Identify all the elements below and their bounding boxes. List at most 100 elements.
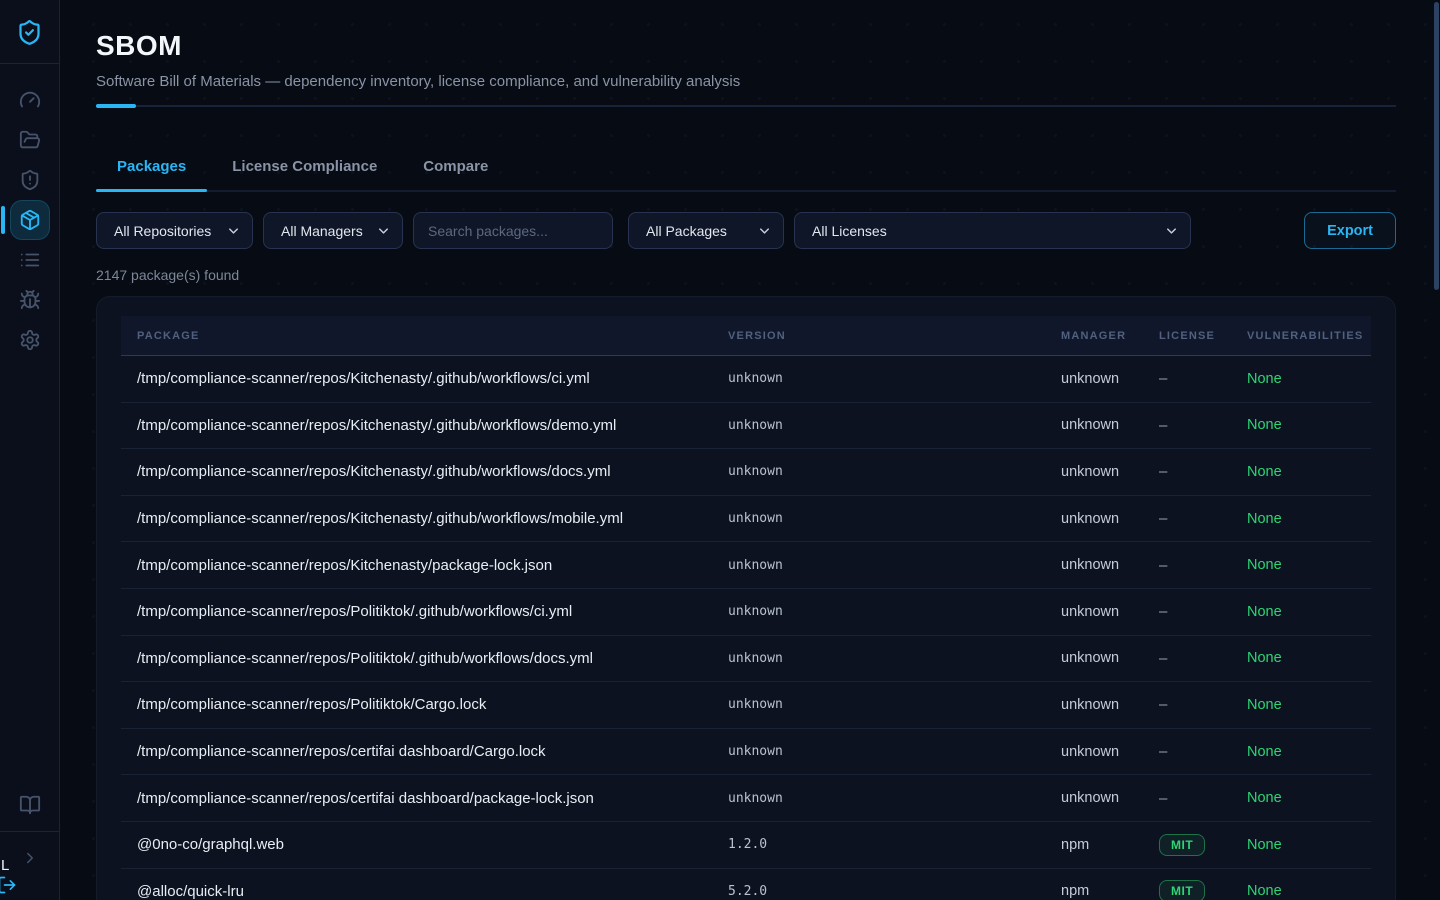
cell-package: /tmp/compliance-scanner/repos/Kitchenast… [121, 510, 712, 527]
shield-alert-icon [19, 169, 41, 191]
search-input[interactable] [414, 213, 612, 248]
cell-version: unknown [712, 744, 1045, 759]
active-nav-indicator [1, 206, 5, 234]
sidebar-item-docs[interactable] [10, 785, 50, 825]
sidebar-item-settings[interactable] [10, 320, 50, 360]
cell-license: – [1143, 557, 1231, 574]
cell-manager: npm [1045, 837, 1143, 853]
table-row: /tmp/compliance-scanner/repos/Kitchenast… [121, 356, 1371, 403]
cell-license: MIT [1143, 834, 1231, 856]
cell-package: /tmp/compliance-scanner/repos/Politiktok… [121, 603, 712, 620]
cell-package: /tmp/compliance-scanner/repos/Kitchenast… [121, 463, 712, 480]
column-header-manager: MANAGER [1045, 330, 1143, 342]
cell-version: unknown [712, 604, 1045, 619]
cell-version: unknown [712, 511, 1045, 526]
column-header-vulnerabilities: VULNERABILITIES [1231, 330, 1371, 342]
repositories-select[interactable]: All Repositories [97, 213, 252, 248]
cell-version: unknown [712, 418, 1045, 433]
gear-icon [19, 329, 41, 351]
cell-license: – [1143, 743, 1231, 760]
column-header-package: PACKAGE [121, 330, 712, 342]
folder-icon [19, 129, 41, 151]
title-divider [96, 105, 1396, 107]
sidebar-item-vulnerabilities[interactable] [10, 280, 50, 320]
cell-manager: npm [1045, 883, 1143, 899]
packages-select-wrap: All Packages [628, 212, 784, 249]
table-header-row: PACKAGE VERSION MANAGER LICENSE VULNERAB… [121, 316, 1371, 356]
cell-manager: unknown [1045, 650, 1143, 666]
cell-package: @0no-co/graphql.web [121, 836, 712, 853]
logout-icon[interactable] [0, 875, 17, 895]
table-row: /tmp/compliance-scanner/repos/Kitchenast… [121, 542, 1371, 589]
sidebar-item-inventory[interactable] [10, 240, 50, 280]
column-header-version: VERSION [712, 330, 1045, 342]
column-header-license: LICENSE [1143, 330, 1231, 342]
cell-package: /tmp/compliance-scanner/repos/Politiktok… [121, 696, 712, 713]
cell-license: – [1143, 603, 1231, 620]
cell-vulnerabilities: None [1231, 371, 1371, 387]
cell-license: MIT [1143, 880, 1231, 900]
tab-compare[interactable]: Compare [402, 146, 509, 190]
cell-package: @alloc/quick-lru [121, 883, 712, 900]
table-row: /tmp/compliance-scanner/repos/Kitchenast… [121, 403, 1371, 450]
cell-vulnerabilities: None [1231, 790, 1371, 806]
cell-package: /tmp/compliance-scanner/repos/Politiktok… [121, 650, 712, 667]
chevron-right-icon [21, 849, 39, 867]
cell-manager: unknown [1045, 511, 1143, 527]
cell-version: unknown [712, 651, 1045, 666]
cell-vulnerabilities: None [1231, 604, 1371, 620]
results-count: 2147 package(s) found [96, 267, 1396, 283]
shield-check-icon [16, 19, 43, 46]
cell-manager: unknown [1045, 744, 1143, 760]
page-subtitle: Software Bill of Materials — dependency … [96, 73, 1396, 90]
license-badge: MIT [1159, 880, 1205, 900]
table-row: @alloc/quick-lru 5.2.0 npm MIT None [121, 869, 1371, 900]
package-icon [19, 209, 41, 231]
sidebar-item-sbom[interactable] [10, 200, 50, 240]
cell-vulnerabilities: None [1231, 744, 1371, 760]
cell-vulnerabilities: None [1231, 464, 1371, 480]
cell-vulnerabilities: None [1231, 650, 1371, 666]
cell-license: – [1143, 696, 1231, 713]
table-row: /tmp/compliance-scanner/repos/Kitchenast… [121, 449, 1371, 496]
cell-package: /tmp/compliance-scanner/repos/certifai d… [121, 790, 712, 807]
tab-packages[interactable]: Packages [96, 146, 207, 190]
table-body: /tmp/compliance-scanner/repos/Kitchenast… [121, 356, 1371, 900]
cell-manager: unknown [1045, 604, 1143, 620]
cell-package: /tmp/compliance-scanner/repos/Kitchenast… [121, 417, 712, 434]
licenses-select[interactable]: All Licenses [795, 213, 1190, 248]
managers-select[interactable]: All Managers [264, 213, 402, 248]
cell-package: /tmp/compliance-scanner/repos/Kitchenast… [121, 370, 712, 387]
cell-version: unknown [712, 558, 1045, 573]
sidebar-collapse-button[interactable] [10, 838, 50, 878]
app-logo[interactable] [0, 0, 59, 64]
cell-version: unknown [712, 371, 1045, 386]
table-row: /tmp/compliance-scanner/repos/certifai d… [121, 729, 1371, 776]
cell-manager: unknown [1045, 371, 1143, 387]
sidebar-item-repositories[interactable] [10, 120, 50, 160]
cell-license: – [1143, 463, 1231, 480]
cell-vulnerabilities: None [1231, 417, 1371, 433]
cell-package: /tmp/compliance-scanner/repos/Kitchenast… [121, 557, 712, 574]
export-button[interactable]: Export [1304, 212, 1396, 249]
tab-license-compliance[interactable]: License Compliance [211, 146, 398, 190]
cell-license: – [1143, 417, 1231, 434]
sidebar-item-dashboard[interactable] [10, 80, 50, 120]
sidebar-nav [10, 64, 50, 360]
cell-license: – [1143, 370, 1231, 387]
cell-vulnerabilities: None [1231, 557, 1371, 573]
tab-bar: Packages License Compliance Compare [96, 146, 1396, 192]
cell-version: unknown [712, 697, 1045, 712]
table-row: /tmp/compliance-scanner/repos/Politiktok… [121, 682, 1371, 729]
packages-select[interactable]: All Packages [629, 213, 783, 248]
vertical-scrollbar[interactable] [1434, 2, 1439, 290]
table-row: /tmp/compliance-scanner/repos/certifai d… [121, 775, 1371, 822]
repositories-select-wrap: All Repositories [96, 212, 253, 249]
cell-license: – [1143, 650, 1231, 667]
cell-manager: unknown [1045, 557, 1143, 573]
sidebar-item-compliance[interactable] [10, 160, 50, 200]
list-icon [19, 249, 41, 271]
table-row: /tmp/compliance-scanner/repos/Politiktok… [121, 636, 1371, 683]
managers-select-wrap: All Managers [263, 212, 403, 249]
licenses-select-wrap: All Licenses [794, 212, 1191, 249]
